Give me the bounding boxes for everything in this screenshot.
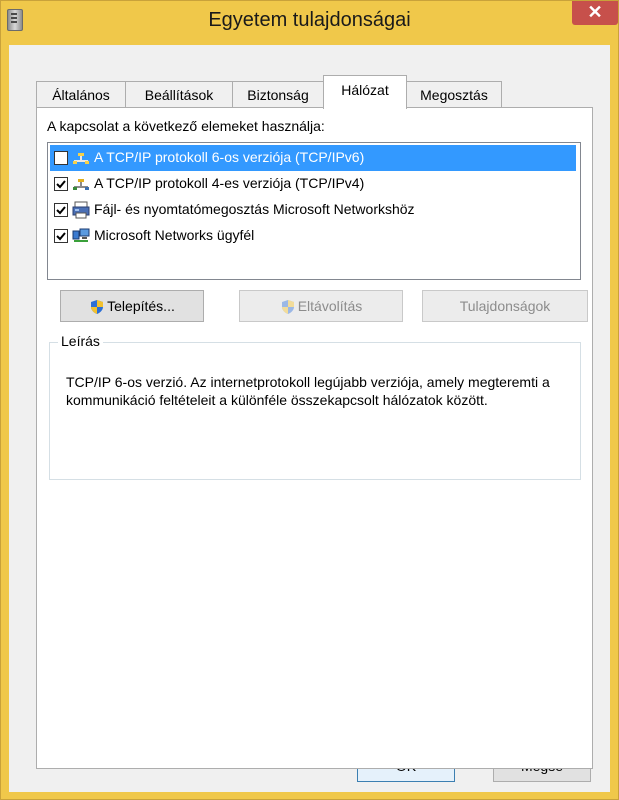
uninstall-button-label: Eltávolítás — [297, 298, 363, 314]
tab-megosztas[interactable]: Megosztás — [406, 81, 502, 108]
list-item-label: Microsoft Networks ügyfél — [94, 227, 255, 243]
tab-halozat[interactable]: Hálózat — [323, 75, 407, 109]
close-button[interactable]: ✕ — [572, 1, 618, 25]
title-bar[interactable]: Egyetem tulajdonságai ✕ — [1, 1, 618, 35]
network-tab-panel: A kapcsolat a következő elemeket használ… — [36, 107, 593, 769]
install-button-label: Telepítés... — [107, 298, 175, 314]
uninstall-button[interactable]: Eltávolítás — [239, 290, 403, 322]
tab-altalanos[interactable]: Általános — [36, 81, 126, 108]
checkbox-checked[interactable] — [54, 177, 68, 191]
connection-items-list[interactable]: A TCP/IP protokoll 6-os verziója (TCP/IP… — [47, 142, 581, 280]
network-protocol-icon — [73, 179, 89, 190]
checkbox-unchecked[interactable] — [54, 151, 68, 165]
list-item-label: A TCP/IP protokoll 4-es verziója (TCP/IP… — [94, 175, 365, 191]
tab-biztonsag[interactable]: Biztonság — [232, 81, 324, 108]
properties-dialog: Egyetem tulajdonságai ✕ Általános Beállí… — [0, 0, 619, 800]
properties-button[interactable]: Tulajdonságok — [422, 290, 588, 322]
description-text: TCP/IP 6-os verzió. Az internetprotokoll… — [66, 374, 550, 408]
file-printer-sharing-icon — [72, 201, 90, 219]
tab-beallitasok[interactable]: Beállítások — [125, 81, 233, 108]
network-protocol-icon — [73, 153, 89, 164]
checkbox-checked[interactable] — [54, 229, 68, 243]
install-button[interactable]: Telepítés... — [60, 290, 204, 322]
list-item[interactable]: Microsoft Networks ügyfél — [50, 223, 576, 249]
list-item-label: Fájl- és nyomtatómegosztás Microsoft Net… — [94, 201, 415, 217]
dialog-body: Általános Beállítások Biztonság Hálózat … — [9, 45, 610, 792]
uac-shield-icon — [281, 300, 294, 315]
checkbox-checked[interactable] — [54, 203, 68, 217]
network-client-icon — [72, 228, 90, 242]
list-item-label: A TCP/IP protokoll 6-os verziója (TCP/IP… — [94, 149, 365, 165]
description-group: Leírás TCP/IP 6-os verzió. Az internetpr… — [49, 333, 581, 480]
list-item[interactable]: A TCP/IP protokoll 4-es verziója (TCP/IP… — [50, 171, 576, 197]
connection-items-label: A kapcsolat a következő elemeket használ… — [47, 118, 325, 134]
description-legend: Leírás — [58, 333, 103, 349]
list-item[interactable]: A TCP/IP protokoll 6-os verziója (TCP/IP… — [50, 145, 576, 171]
properties-button-label: Tulajdonságok — [459, 298, 551, 314]
uac-shield-icon — [91, 300, 104, 315]
window-title: Egyetem tulajdonságai — [208, 9, 411, 31]
list-item[interactable]: Fájl- és nyomtatómegosztás Microsoft Net… — [50, 197, 576, 223]
